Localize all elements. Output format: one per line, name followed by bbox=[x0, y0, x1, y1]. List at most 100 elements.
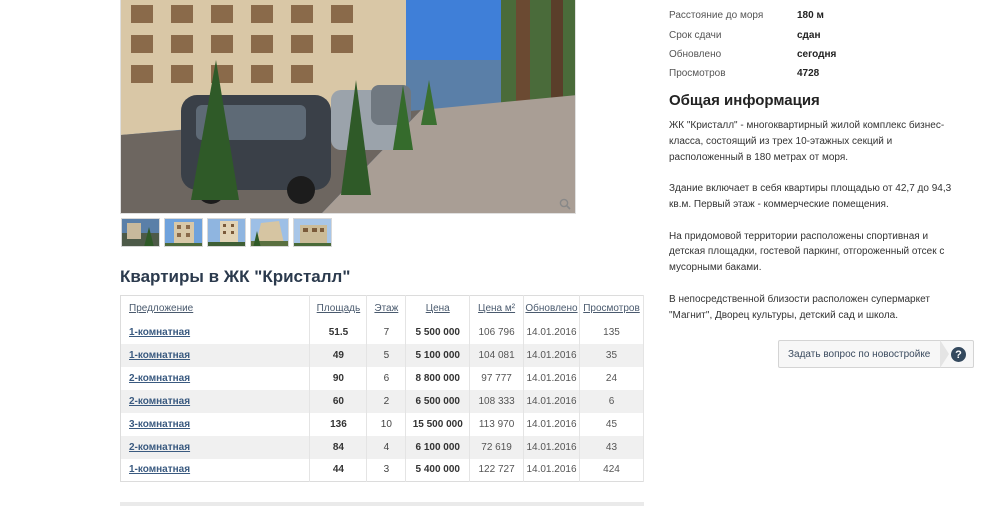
cell-offer: 2-комнатная bbox=[120, 366, 311, 390]
cell-area: 136 bbox=[309, 412, 368, 436]
cell-offer: 2-комнатная bbox=[120, 435, 311, 459]
cell-area: 51.5 bbox=[309, 320, 368, 344]
cell-price: 5 100 000 bbox=[405, 343, 471, 367]
cell-floor: 10 bbox=[366, 412, 407, 436]
ask-question-button[interactable]: Задать вопрос по новостройке ? bbox=[778, 340, 974, 368]
table-row: 2-комнатная 90 6 8 800 000 97 777 14.01.… bbox=[120, 366, 645, 390]
param-value: сегодня bbox=[797, 48, 837, 60]
param-updated: Обновлено сегодня bbox=[669, 45, 836, 64]
table-header-row: Предложение Площадь Этаж Цена Цена м² Об… bbox=[120, 295, 645, 321]
cell-offer: 2-комнатная bbox=[120, 389, 311, 413]
table-row: 1-комнатная 49 5 5 100 000 104 081 14.01… bbox=[120, 343, 645, 367]
cell-price-m2: 113 970 bbox=[469, 412, 524, 436]
info-paragraph: Здание включает в себя квартиры площадью… bbox=[669, 183, 952, 210]
param-sea-distance: Расстояние до моря 180 м bbox=[669, 6, 836, 25]
offer-link[interactable]: 1-комнатная bbox=[129, 327, 190, 338]
cell-floor: 6 bbox=[366, 366, 407, 390]
cell-views: 424 bbox=[579, 458, 645, 482]
param-completion: Срок сдачи сдан bbox=[669, 25, 836, 44]
column-updated[interactable]: Обновлено bbox=[523, 295, 580, 321]
thumbnail-strip bbox=[121, 218, 332, 247]
cell-views: 43 bbox=[579, 435, 645, 459]
cell-offer: 3-комнатная bbox=[120, 412, 311, 436]
param-value: 180 м bbox=[797, 10, 824, 22]
column-views[interactable]: Просмотров bbox=[579, 295, 645, 321]
offer-link[interactable]: 2-комнатная bbox=[129, 442, 190, 453]
cell-price-m2: 97 777 bbox=[469, 366, 524, 390]
info-paragraph: ЖК "Кристалл" - многоквартирный жилой ко… bbox=[669, 120, 945, 163]
cell-area: 44 bbox=[309, 458, 368, 482]
ask-question-label: Задать вопрос по новостройке bbox=[788, 348, 931, 360]
cell-offer: 1-комнатная bbox=[120, 343, 311, 367]
cell-price: 5 400 000 bbox=[405, 458, 471, 482]
help-icon: ? bbox=[951, 347, 966, 362]
cell-views: 24 bbox=[579, 366, 645, 390]
table-row: 1-комнатная 51.5 7 5 500 000 106 796 14.… bbox=[120, 320, 645, 344]
thumbnail-4[interactable] bbox=[250, 218, 289, 247]
main-photo[interactable] bbox=[120, 0, 576, 214]
thumbnail-5[interactable] bbox=[293, 218, 332, 247]
cell-views: 135 bbox=[579, 320, 645, 344]
info-paragraph: На придомовой территории расположены спо… bbox=[669, 230, 945, 274]
cell-updated: 14.01.2016 bbox=[523, 366, 580, 390]
cell-floor: 7 bbox=[366, 320, 407, 344]
cell-price: 6 100 000 bbox=[405, 435, 471, 459]
param-views: Просмотров 4728 bbox=[669, 64, 836, 83]
cell-price: 6 500 000 bbox=[405, 389, 471, 413]
cell-price-m2: 122 727 bbox=[469, 458, 524, 482]
cell-updated: 14.01.2016 bbox=[523, 343, 580, 367]
cell-views: 35 bbox=[579, 343, 645, 367]
table-row: 2-комнатная 60 2 6 500 000 108 333 14.01… bbox=[120, 389, 645, 413]
cell-area: 49 bbox=[309, 343, 368, 367]
table-row: 1-комнатная 44 3 5 400 000 122 727 14.01… bbox=[120, 458, 645, 482]
column-floor[interactable]: Этаж bbox=[366, 295, 407, 321]
info-title: Общая информация bbox=[669, 92, 820, 109]
cell-price: 5 500 000 bbox=[405, 320, 471, 344]
info-paragraph: В непосредственной близости расположен с… bbox=[669, 293, 930, 321]
cell-updated: 14.01.2016 bbox=[523, 412, 580, 436]
zoom-icon[interactable] bbox=[559, 198, 571, 210]
cell-area: 84 bbox=[309, 435, 368, 459]
cell-price-m2: 104 081 bbox=[469, 343, 524, 367]
cell-updated: 14.01.2016 bbox=[523, 320, 580, 344]
apartments-table: Предложение Площадь Этаж Цена Цена м² Об… bbox=[120, 295, 645, 482]
cell-area: 60 bbox=[309, 389, 368, 413]
cell-price-m2: 106 796 bbox=[469, 320, 524, 344]
cell-views: 6 bbox=[579, 389, 645, 413]
thumbnail-3[interactable] bbox=[207, 218, 246, 247]
column-area[interactable]: Площадь bbox=[309, 295, 368, 321]
cell-views: 45 bbox=[579, 412, 645, 436]
cell-updated: 14.01.2016 bbox=[523, 458, 580, 482]
cell-floor: 3 bbox=[366, 458, 407, 482]
ask-divider bbox=[940, 340, 949, 368]
offer-link[interactable]: 1-комнатная bbox=[129, 464, 190, 475]
cell-price: 8 800 000 bbox=[405, 366, 471, 390]
apartments-title: Квартиры в ЖК "Кристалл" bbox=[120, 267, 351, 286]
cell-price: 15 500 000 bbox=[405, 412, 471, 436]
cell-updated: 14.01.2016 bbox=[523, 435, 580, 459]
cell-price-m2: 108 333 bbox=[469, 389, 524, 413]
offer-link[interactable]: 1-комнатная bbox=[129, 350, 190, 361]
cell-price-m2: 72 619 bbox=[469, 435, 524, 459]
column-offer[interactable]: Предложение bbox=[120, 295, 311, 321]
cell-floor: 5 bbox=[366, 343, 407, 367]
params-list: Расстояние до моря 180 м Срок сдачи сдан… bbox=[669, 6, 836, 84]
info-description: ЖК "Кристалл" - многоквартирный жилой ко… bbox=[669, 118, 954, 339]
column-price-m2[interactable]: Цена м² bbox=[469, 295, 524, 321]
offer-link[interactable]: 2-комнатная bbox=[129, 396, 190, 407]
table-row: 3-комнатная 136 10 15 500 000 113 970 14… bbox=[120, 412, 645, 436]
param-label: Срок сдачи bbox=[669, 29, 722, 41]
section-divider bbox=[120, 502, 644, 506]
cell-offer: 1-комнатная bbox=[120, 320, 311, 344]
cell-area: 90 bbox=[309, 366, 368, 390]
column-price[interactable]: Цена bbox=[405, 295, 471, 321]
cell-floor: 2 bbox=[366, 389, 407, 413]
param-label: Просмотров bbox=[669, 68, 726, 80]
cell-floor: 4 bbox=[366, 435, 407, 459]
thumbnail-1[interactable] bbox=[121, 218, 160, 247]
thumbnail-2[interactable] bbox=[164, 218, 203, 247]
param-label: Расстояние до моря bbox=[669, 10, 764, 22]
offer-link[interactable]: 3-комнатная bbox=[129, 419, 190, 430]
param-label: Обновлено bbox=[669, 48, 722, 60]
offer-link[interactable]: 2-комнатная bbox=[129, 373, 190, 384]
